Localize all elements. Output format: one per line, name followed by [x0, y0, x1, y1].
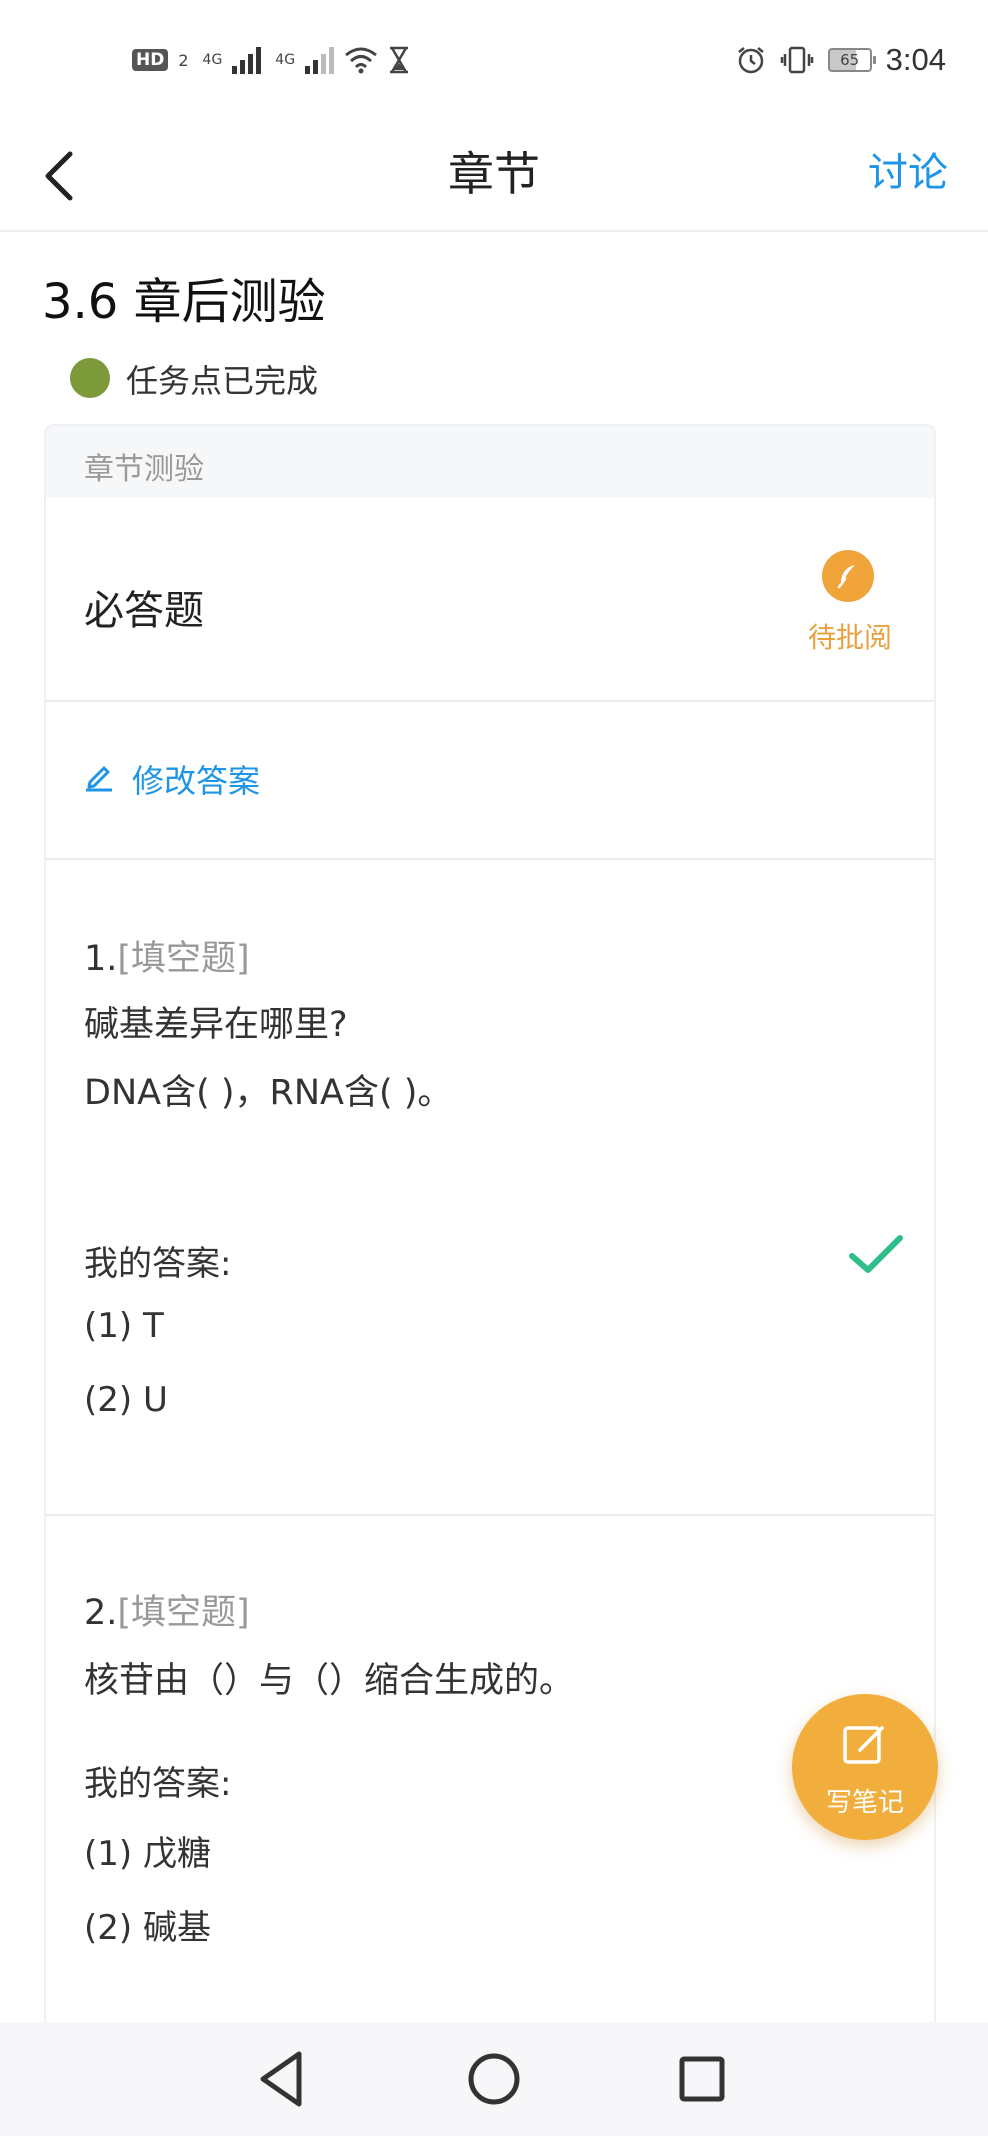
system-navigation-bar: [0, 2022, 988, 2136]
alarm-icon: [737, 47, 764, 74]
edit-answer-button[interactable]: 修改答案: [132, 756, 260, 802]
question-type: [填空题]: [117, 939, 250, 979]
battery-level: 65: [840, 51, 860, 69]
hourglass-icon: [390, 46, 409, 74]
correct-check-icon: [849, 1235, 903, 1273]
quiz-card: 章节测验 必答题 待批阅 修改答案 1.[填空题] 碱基差异在哪里? DNA含(…: [44, 424, 936, 2104]
discuss-button[interactable]: 讨论: [868, 140, 948, 198]
back-triangle-icon[interactable]: [227, 2022, 337, 2136]
navigation-bar: 章节 讨论: [0, 120, 988, 232]
question-1-text-line-2: DNA含( )，RNA含( )。: [84, 1073, 453, 1113]
vibrate-icon: [780, 46, 813, 74]
battery-icon: 65: [827, 48, 876, 72]
write-note-label: 写笔记: [825, 1788, 904, 1818]
task-status-text: 任务点已完成: [126, 362, 319, 400]
card-header-label: 章节测验: [84, 452, 204, 487]
status-right: 65 3:04: [736, 40, 946, 80]
question-1-number: 1.[填空题]: [84, 930, 250, 981]
card-header: 章节测验: [46, 426, 934, 498]
status-left: HD 2 4G 4G: [132, 40, 410, 80]
divider: [46, 1514, 934, 1516]
page-title: 章节: [448, 147, 540, 201]
hd-sub: 2: [178, 50, 189, 70]
write-note-button[interactable]: 写笔记: [792, 1694, 938, 1840]
divider: [46, 858, 934, 860]
question-number: 1.: [84, 939, 118, 979]
signal-icon: [232, 46, 262, 74]
question-1-text-line-1: 碱基差异在哪里?: [84, 1005, 348, 1045]
question-1-answer-2: (2) U: [84, 1380, 168, 1420]
network-type-2: 4G: [275, 52, 296, 68]
required-questions-label: 必答题: [84, 588, 204, 634]
divider: [46, 700, 934, 702]
question-1-answer-1: (1) T: [84, 1306, 164, 1346]
question-2-text-line-1: 核苷由（）与（）缩合生成的。: [84, 1661, 575, 1701]
task-complete-dot-icon: [70, 358, 110, 398]
recents-square-icon[interactable]: [647, 2022, 757, 2136]
question-number: 2.: [84, 1593, 118, 1633]
question-2-answer-1: (1) 戊糖: [84, 1834, 211, 1874]
hd-badge: HD: [132, 49, 169, 71]
question-2-answer-label: 我的答案:: [84, 1764, 232, 1804]
pencil-icon[interactable]: [82, 758, 116, 792]
signal-icon-2: [305, 46, 335, 74]
chapter-title: 3.6 章后测验: [42, 274, 326, 330]
question-type: [填空题]: [117, 1593, 250, 1633]
pending-review-status: 待批阅: [808, 621, 893, 654]
question-2-number: 2.[填空题]: [84, 1584, 250, 1635]
question-2-answer-2: (2) 碱基: [84, 1908, 211, 1948]
edit-note-icon: [843, 1726, 884, 1764]
status-bar: HD 2 4G 4G 65 3:04: [0, 0, 988, 120]
network-type-1: 4G: [202, 52, 223, 68]
feather-icon: [822, 550, 874, 602]
question-1-answer-label: 我的答案:: [84, 1244, 232, 1284]
clock: 3:04: [885, 42, 946, 77]
home-circle-icon[interactable]: [439, 2022, 549, 2136]
wifi-icon: [345, 47, 377, 74]
